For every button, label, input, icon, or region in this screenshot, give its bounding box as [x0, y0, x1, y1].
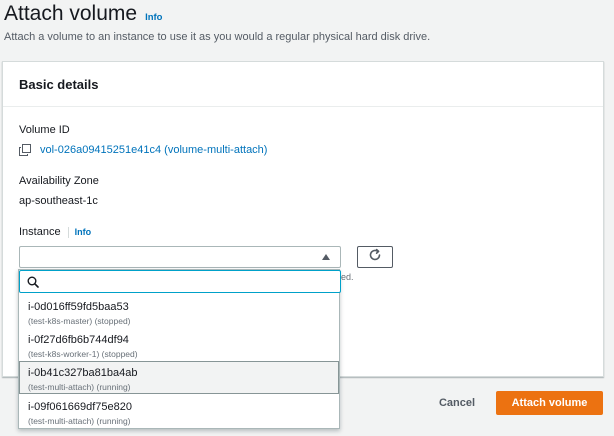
refresh-icon: [368, 248, 382, 267]
instance-option-id: i-09f061669df75e820: [28, 401, 132, 413]
panel-title: Basic details: [19, 77, 99, 92]
instance-option-desc: (test-k8s-worker-1) (stopped): [28, 349, 138, 359]
volume-id-link[interactable]: vol-026a09415251e41c4 (volume-multi-atta…: [40, 144, 267, 156]
copy-icon[interactable]: [19, 144, 31, 156]
instance-label-text: Instance: [19, 226, 61, 238]
instance-option-id: i-0f27d6fb6b744df94: [28, 334, 129, 346]
instance-dropdown: i-0d016ff59fd5baa53 (test-k8s-master) (s…: [18, 269, 341, 429]
caret-up-icon: [322, 254, 330, 260]
instance-select[interactable]: [19, 246, 341, 268]
instance-info-link[interactable]: Info: [75, 227, 92, 237]
refresh-button[interactable]: [357, 246, 393, 268]
instance-option-id: i-0d016ff59fd5baa53: [28, 301, 129, 313]
instance-search-input[interactable]: [45, 272, 340, 291]
volume-id-value[interactable]: vol-026a09415251e41c4 (volume-multi-atta…: [19, 144, 267, 156]
instance-option-desc: (test-multi-attach) (running): [28, 382, 131, 392]
instance-search-box[interactable]: [19, 270, 341, 293]
instance-option-id: i-0b41c327ba81ba4ab: [28, 367, 138, 379]
label-divider: [67, 226, 69, 238]
page-title: Attach volume Info: [4, 2, 163, 26]
page-description: Attach a volume to an instance to use it…: [4, 31, 431, 43]
panel-header: Basic details: [3, 62, 603, 107]
instance-label: Instance Info: [19, 226, 91, 238]
instance-option-desc: (test-multi-attach) (running): [28, 416, 131, 426]
availability-zone-label: Availability Zone: [19, 175, 99, 187]
instance-option[interactable]: i-0f27d6fb6b744df94 (test-k8s-worker-1) …: [19, 328, 339, 361]
page-title-text: Attach volume: [4, 2, 138, 25]
attach-volume-page: Attach volume Info Attach a volume to an…: [0, 0, 614, 436]
instance-hint-text: ed.: [341, 272, 354, 282]
attach-volume-button[interactable]: Attach volume: [496, 391, 603, 415]
search-icon: [27, 276, 39, 288]
title-info-link[interactable]: Info: [145, 12, 162, 23]
volume-id-label: Volume ID: [19, 124, 70, 136]
cancel-button[interactable]: Cancel: [427, 392, 487, 414]
availability-zone-value: ap-southeast-1c: [19, 195, 98, 207]
instance-option[interactable]: i-09f061669df75e820 (test-multi-attach) …: [19, 395, 339, 428]
instance-option-desc: (test-k8s-master) (stopped): [28, 316, 131, 326]
instance-option-highlighted[interactable]: i-0b41c327ba81ba4ab (test-multi-attach) …: [19, 361, 339, 394]
instance-option[interactable]: i-0d016ff59fd5baa53 (test-k8s-master) (s…: [19, 295, 339, 328]
